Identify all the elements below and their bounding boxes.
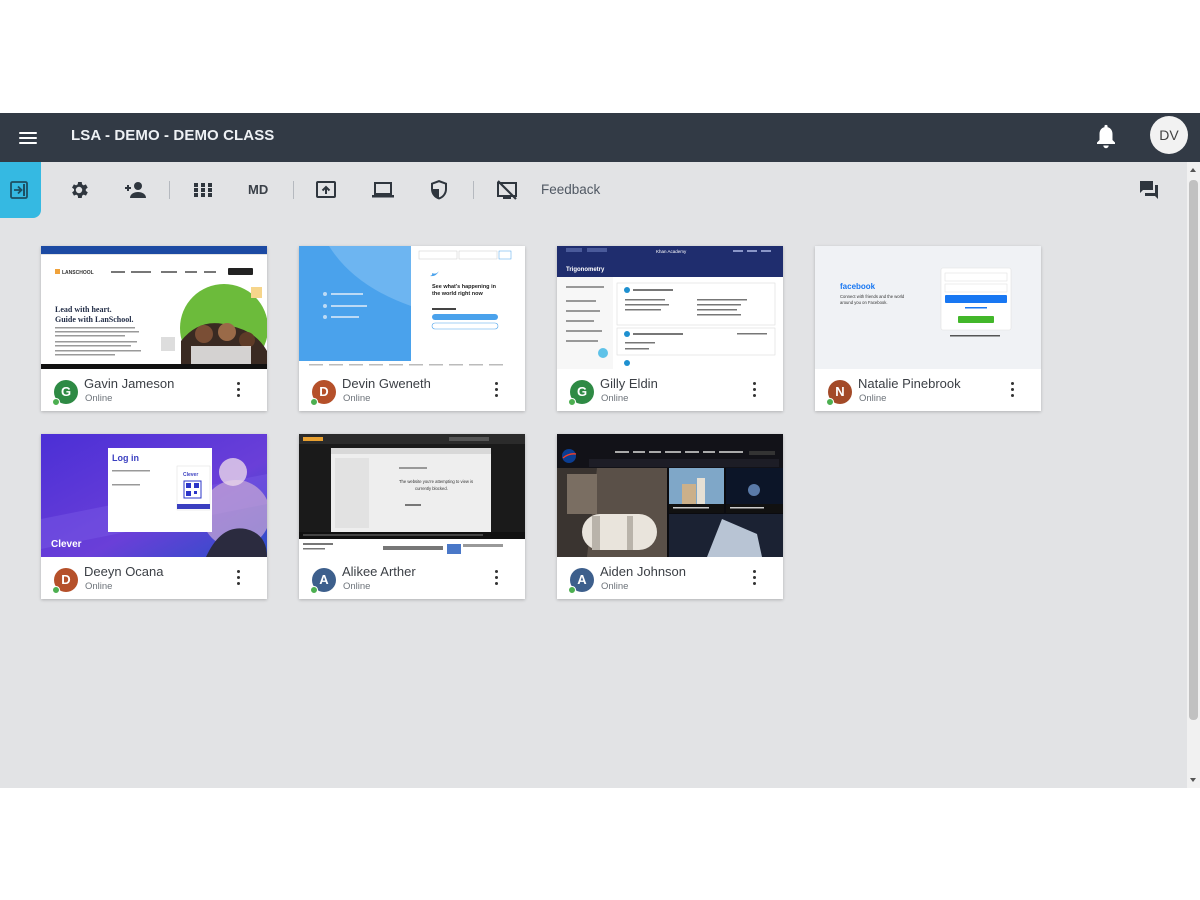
- card-footer: N Natalie Pinebrook Online: [815, 369, 1041, 411]
- more-options-icon[interactable]: [233, 382, 243, 400]
- hamburger-menu-icon[interactable]: [16, 125, 42, 149]
- facebook-logo: facebook: [840, 282, 876, 291]
- exit-icon: [10, 181, 28, 199]
- student-status: Online: [343, 393, 371, 404]
- chat-icon[interactable]: [1138, 179, 1160, 206]
- settings-gear-icon[interactable]: [68, 178, 90, 202]
- add-student-icon[interactable]: [123, 178, 147, 202]
- share-screen-icon[interactable]: [315, 178, 337, 202]
- twitter-headline-1: See what's happening in: [432, 284, 497, 290]
- online-status-dot: [52, 398, 60, 406]
- khan-brand: Khan Academy: [656, 249, 687, 254]
- clever-logo: Clever: [51, 539, 82, 550]
- feedback-link[interactable]: Feedback: [541, 178, 600, 202]
- screen-thumbnail[interactable]: LANSCHOOL Lead with heart. Guide with La…: [41, 246, 267, 369]
- more-options-icon[interactable]: [1007, 382, 1017, 400]
- toolbar-divider: [473, 181, 474, 199]
- student-status: Online: [859, 393, 887, 404]
- online-status-dot: [826, 398, 834, 406]
- online-status-dot: [310, 586, 318, 594]
- screen-thumbnail[interactable]: See what's happening in the world right …: [299, 246, 525, 369]
- student-status: Online: [85, 393, 113, 404]
- more-options-icon[interactable]: [491, 382, 501, 400]
- clever-badge: Clever: [183, 472, 198, 478]
- online-status-dot: [568, 586, 576, 594]
- scroll-down-arrow-icon[interactable]: [1190, 778, 1196, 782]
- student-name: Devin Gweneth: [342, 376, 431, 391]
- student-name: Gilly Eldin: [600, 376, 658, 391]
- scroll-up-arrow-icon[interactable]: [1190, 168, 1196, 172]
- online-status-dot: [568, 398, 576, 406]
- more-options-icon[interactable]: [749, 382, 759, 400]
- exit-class-button[interactable]: [0, 162, 41, 218]
- student-name: Aiden Johnson: [600, 564, 687, 579]
- more-options-icon[interactable]: [491, 570, 501, 588]
- screen-thumbnail[interactable]: Khan Academy Trigonometry: [557, 246, 783, 369]
- student-status: Online: [601, 581, 629, 592]
- student-status: Online: [343, 581, 371, 592]
- blank-screens-icon[interactable]: [495, 178, 519, 202]
- toolbar: MD Feedback: [0, 162, 1200, 218]
- blocked-message-1: The website you're attempting to view is: [399, 479, 473, 484]
- student-card[interactable]: See what's happening in the world right …: [299, 246, 525, 411]
- student-name: Alikee Arther: [342, 564, 416, 579]
- facebook-tagline-2: around you on Facebook.: [840, 300, 888, 305]
- vertical-scrollbar[interactable]: [1187, 162, 1200, 788]
- lanschool-headline-1: Lead with heart.: [55, 305, 112, 314]
- scrollbar-thumb[interactable]: [1189, 180, 1198, 720]
- screen-thumbnail[interactable]: Log in Clever Clever: [41, 434, 267, 557]
- blocked-message-2: currently blocked.: [415, 486, 448, 491]
- student-card[interactable]: Log in Clever Clever D Deeyn Ocana Onlin…: [41, 434, 267, 599]
- student-status: Online: [601, 393, 629, 404]
- thumbnail-size-button[interactable]: MD: [248, 178, 268, 202]
- student-card[interactable]: The website you're attempting to view is…: [299, 434, 525, 599]
- student-card[interactable]: Khan Academy Trigonometry G Gilly Eldin …: [557, 246, 783, 411]
- screen-thumbnail[interactable]: The website you're attempting to view is…: [299, 434, 525, 557]
- facebook-tagline-1: Connect with friends and the world: [840, 294, 905, 299]
- card-footer: A Aiden Johnson Online: [557, 557, 783, 599]
- grid-view-icon[interactable]: [193, 178, 213, 202]
- student-card[interactable]: A Aiden Johnson Online: [557, 434, 783, 599]
- card-footer: D Devin Gweneth Online: [299, 369, 525, 411]
- toolbar-divider: [169, 181, 170, 199]
- screen-thumbnail[interactable]: [557, 434, 783, 557]
- top-bar: LSA - DEMO - DEMO CLASS DV: [0, 113, 1200, 162]
- lanschool-headline-2: Guide with LanSchool.: [55, 315, 133, 324]
- student-status: Online: [85, 581, 113, 592]
- twitter-headline-2: the world right now: [432, 291, 483, 297]
- lanschool-logo: LANSCHOOL: [62, 270, 94, 276]
- lanschool-app: LSA - DEMO - DEMO CLASS DV MD Feedback L…: [0, 113, 1200, 788]
- online-status-dot: [310, 398, 318, 406]
- card-footer: G Gavin Jameson Online: [41, 369, 267, 411]
- class-title: LSA - DEMO - DEMO CLASS: [71, 127, 275, 144]
- student-name: Deeyn Ocana: [84, 564, 164, 579]
- khan-topic-title: Trigonometry: [566, 267, 605, 273]
- user-avatar[interactable]: DV: [1150, 116, 1188, 154]
- card-footer: A Alikee Arther Online: [299, 557, 525, 599]
- notification-bell-icon[interactable]: [1094, 123, 1118, 151]
- online-status-dot: [52, 586, 60, 594]
- card-footer: G Gilly Eldin Online: [557, 369, 783, 411]
- student-name: Gavin Jameson: [84, 376, 175, 391]
- show-screen-laptop-icon[interactable]: [371, 178, 395, 202]
- more-options-icon[interactable]: [749, 570, 759, 588]
- clever-login-title: Log in: [112, 453, 139, 463]
- toolbar-divider: [293, 181, 294, 199]
- more-options-icon[interactable]: [233, 570, 243, 588]
- card-footer: D Deeyn Ocana Online: [41, 557, 267, 599]
- web-limiting-shield-icon[interactable]: [428, 178, 450, 202]
- student-name: Natalie Pinebrook: [858, 376, 961, 391]
- student-card[interactable]: LANSCHOOL Lead with heart. Guide with La…: [41, 246, 267, 411]
- screen-thumbnail[interactable]: facebook Connect with friends and the wo…: [815, 246, 1041, 369]
- student-card[interactable]: facebook Connect with friends and the wo…: [815, 246, 1041, 411]
